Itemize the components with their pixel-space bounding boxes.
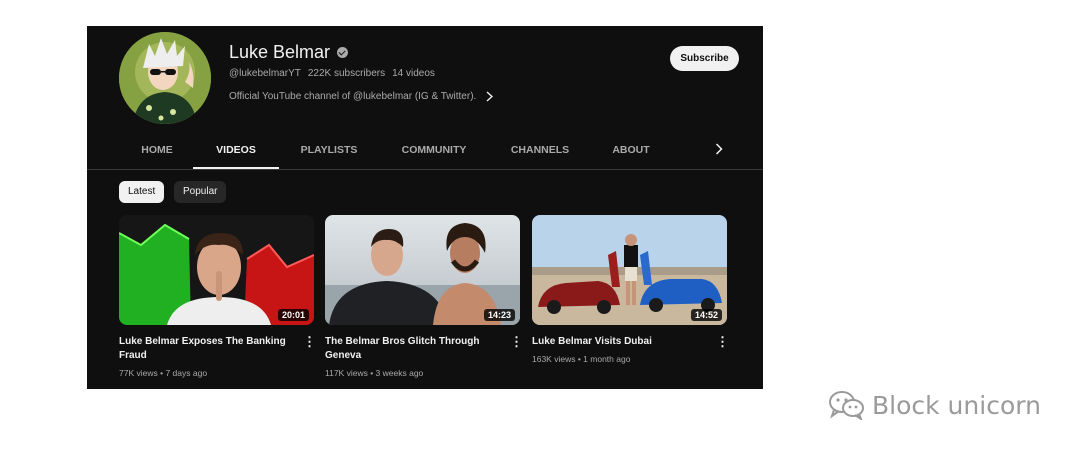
video-duration: 14:23 [483,309,515,321]
video-views: 77K views [119,368,158,378]
channel-handle: @lukebelmarYT [229,68,301,79]
tab-channels[interactable]: CHANNELS [505,132,575,169]
avatar-image [119,32,211,124]
channel-meta: @lukebelmarYT 222K subscribers 14 videos [229,68,435,79]
youtube-channel-page: Luke Belmar @lukebelmarYT 222K subscribe… [87,26,763,389]
tab-about[interactable]: ABOUT [606,132,656,169]
more-vert-icon[interactable]: ⋮ [303,335,316,351]
subscribe-button[interactable]: Subscribe [670,46,739,71]
chevron-right-icon [715,143,723,155]
more-vert-icon[interactable]: ⋮ [510,335,523,351]
channel-tabs: HOME VIDEOS PLAYLISTS COMMUNITY CHANNELS… [87,132,763,170]
video-duration: 20:01 [277,309,309,321]
tab-community[interactable]: COMMUNITY [392,132,476,169]
video-meta: 117K views • 3 weeks ago [325,368,424,378]
video-views: 163K views [532,354,576,364]
tab-videos[interactable]: VIDEOS [193,132,279,169]
tab-playlists[interactable]: PLAYLISTS [293,132,365,169]
subscriber-count: 222K subscribers [307,68,386,79]
channel-header: Luke Belmar [229,42,349,63]
watermark: Block unicorn [828,390,1041,420]
video-title[interactable]: Luke Belmar Visits Dubai [532,335,712,349]
channel-description[interactable]: Official YouTube channel of @lukebelmar … [229,91,494,102]
channel-avatar[interactable] [119,32,211,124]
video-title[interactable]: Luke Belmar Exposes The Banking Fraud [119,335,299,363]
verified-check-icon [337,47,349,58]
wechat-icon [829,391,864,420]
channel-description-text: Official YouTube channel of @lukebelmar … [229,91,477,102]
filter-chip-popular[interactable]: Popular [174,181,227,203]
video-age: 3 weeks ago [375,368,424,378]
channel-name: Luke Belmar [229,42,331,62]
video-thumbnail[interactable]: 20:01 [119,215,314,325]
video-thumbnail[interactable]: 14:52 [532,215,727,325]
chevron-right-icon [486,91,494,102]
video-count: 14 videos [392,68,435,79]
video-thumbnail[interactable]: 14:23 [325,215,520,325]
tab-home[interactable]: HOME [131,132,183,169]
video-age: 7 days ago [165,368,208,378]
video-title[interactable]: The Belmar Bros Glitch Through Geneva [325,335,505,363]
more-vert-icon[interactable]: ⋮ [716,335,729,351]
video-meta: 163K views • 1 month ago [532,354,631,364]
watermark-text: Block unicorn [872,390,1041,420]
video-age: 1 month ago [583,354,631,364]
video-views: 117K views [325,368,368,378]
tabs-scroll-right-button[interactable] [709,138,729,162]
filter-chip-latest[interactable]: Latest [119,181,165,203]
video-meta: 77K views • 7 days ago [119,368,208,378]
video-duration: 14:52 [690,309,722,321]
